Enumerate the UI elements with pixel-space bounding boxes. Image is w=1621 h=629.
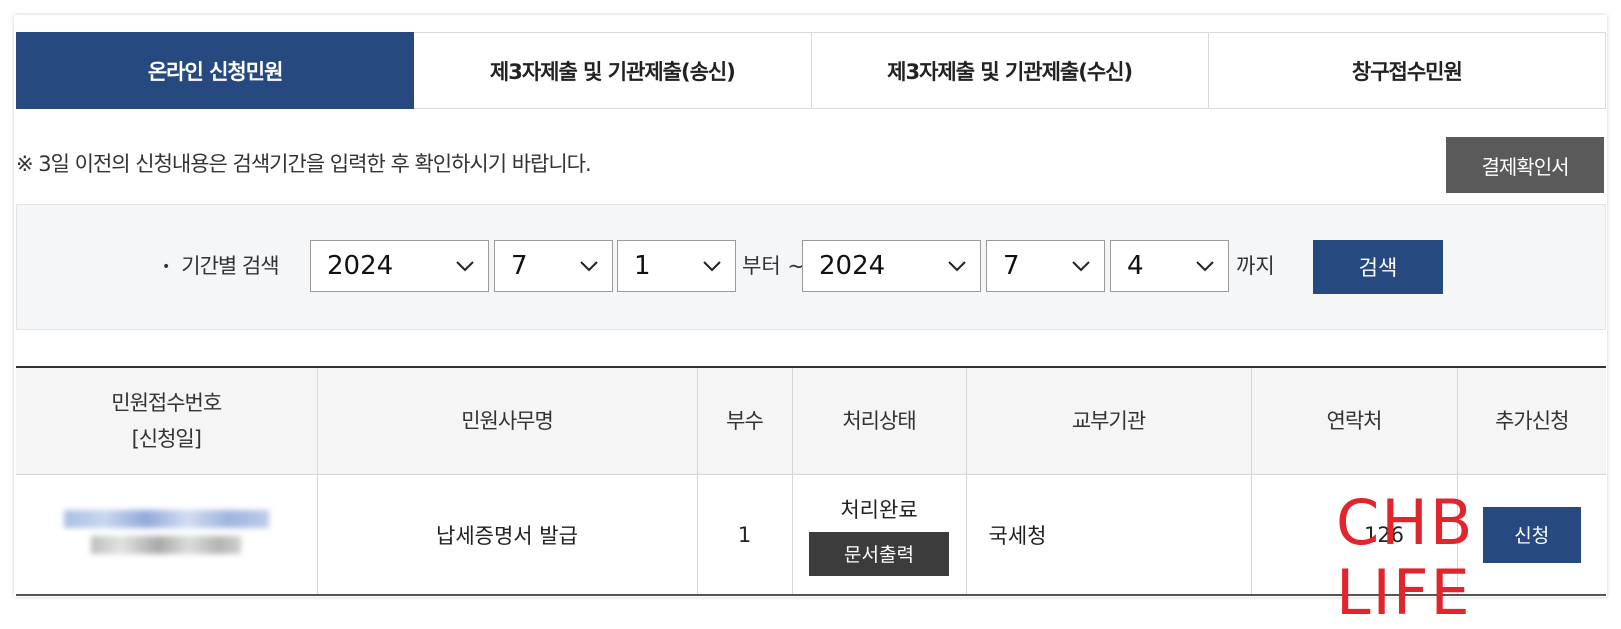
status-cell: 처리완료 문서출력 — [792, 474, 967, 596]
contact-number: 126 — [1363, 522, 1405, 547]
from-month-select[interactable]: 7 — [494, 240, 613, 292]
from-day-select[interactable]: 1 — [617, 240, 736, 292]
from-year-select[interactable]: 2024 — [310, 240, 489, 292]
to-year-select[interactable]: 2024 — [802, 240, 981, 292]
tab-online-application[interactable]: 온라인 신청민원 — [16, 32, 415, 109]
payment-receipt-button[interactable]: 결제확인서 — [1446, 137, 1604, 193]
chevron-down-icon — [580, 261, 598, 272]
from-month-value: 7 — [511, 251, 528, 281]
to-suffix: 까지 — [1236, 254, 1275, 278]
chevron-down-icon — [1072, 261, 1090, 272]
header-service-name: 민원사무명 — [317, 366, 698, 475]
tab-third-party-received[interactable]: 제3자제출 및 기관제출(수신) — [811, 32, 1209, 109]
table-header-row: 민원접수번호 [신청일] 민원사무명 부수 처리상태 교부기관 연락처 추가신청 — [16, 366, 1606, 475]
to-day-select[interactable]: 4 — [1110, 240, 1229, 292]
period-search-text: 기간별 검색 — [181, 254, 279, 278]
status-text: 처리완료 — [840, 497, 918, 522]
application-table: 민원접수번호 [신청일] 민원사무명 부수 처리상태 교부기관 연락처 추가신청 … — [16, 366, 1606, 596]
to-month-select[interactable]: 7 — [986, 240, 1105, 292]
to-month-value: 7 — [1003, 251, 1020, 281]
header-receipt-no: 민원접수번호 [신청일] — [16, 366, 318, 475]
chevron-down-icon — [1196, 261, 1214, 272]
service-name-cell: 납세증명서 발급 — [317, 474, 698, 596]
from-day-value: 1 — [634, 251, 651, 281]
receipt-no-cell — [16, 474, 318, 596]
print-document-button[interactable]: 문서출력 — [809, 531, 949, 576]
tab-bar: 온라인 신청민원 제3자제출 및 기관제출(송신) 제3자제출 및 기관제출(수… — [16, 32, 1606, 109]
header-extra-request: 추가신청 — [1457, 366, 1606, 475]
header-status: 처리상태 — [792, 366, 967, 475]
redacted-receipt-number — [63, 502, 269, 562]
tab-third-party-sent[interactable]: 제3자제출 및 기관제출(송신) — [414, 32, 812, 109]
bullet: • — [162, 259, 170, 275]
from-suffix: 부터 ~ — [742, 254, 805, 278]
chevron-down-icon — [948, 261, 966, 272]
copies-cell: 1 — [697, 474, 793, 596]
header-copies: 부수 — [697, 366, 793, 475]
chevron-down-icon — [456, 261, 474, 272]
tab-counter-application[interactable]: 창구접수민원 — [1208, 32, 1606, 109]
period-search-label: • 기간별 검색 — [162, 250, 280, 280]
to-day-value: 4 — [1127, 251, 1144, 281]
notice-text: ※ 3일 이전의 신청내용은 검색기간을 입력한 후 확인하시기 바랍니다. — [16, 152, 592, 176]
from-year-value: 2024 — [327, 251, 394, 281]
table-row: 납세증명서 발급 1 처리완료 문서출력 국세청 126 신청 — [16, 474, 1606, 596]
search-button[interactable]: 검색 — [1313, 240, 1443, 294]
header-contact: 연락처 — [1251, 366, 1458, 475]
contact-cell: 126 — [1251, 474, 1458, 596]
extra-request-cell: 신청 — [1457, 474, 1606, 596]
chevron-down-icon — [703, 261, 721, 272]
agency-cell: 국세청 — [966, 474, 1252, 596]
to-year-value: 2024 — [819, 251, 886, 281]
header-agency: 교부기관 — [966, 366, 1252, 475]
apply-button[interactable]: 신청 — [1482, 506, 1581, 563]
